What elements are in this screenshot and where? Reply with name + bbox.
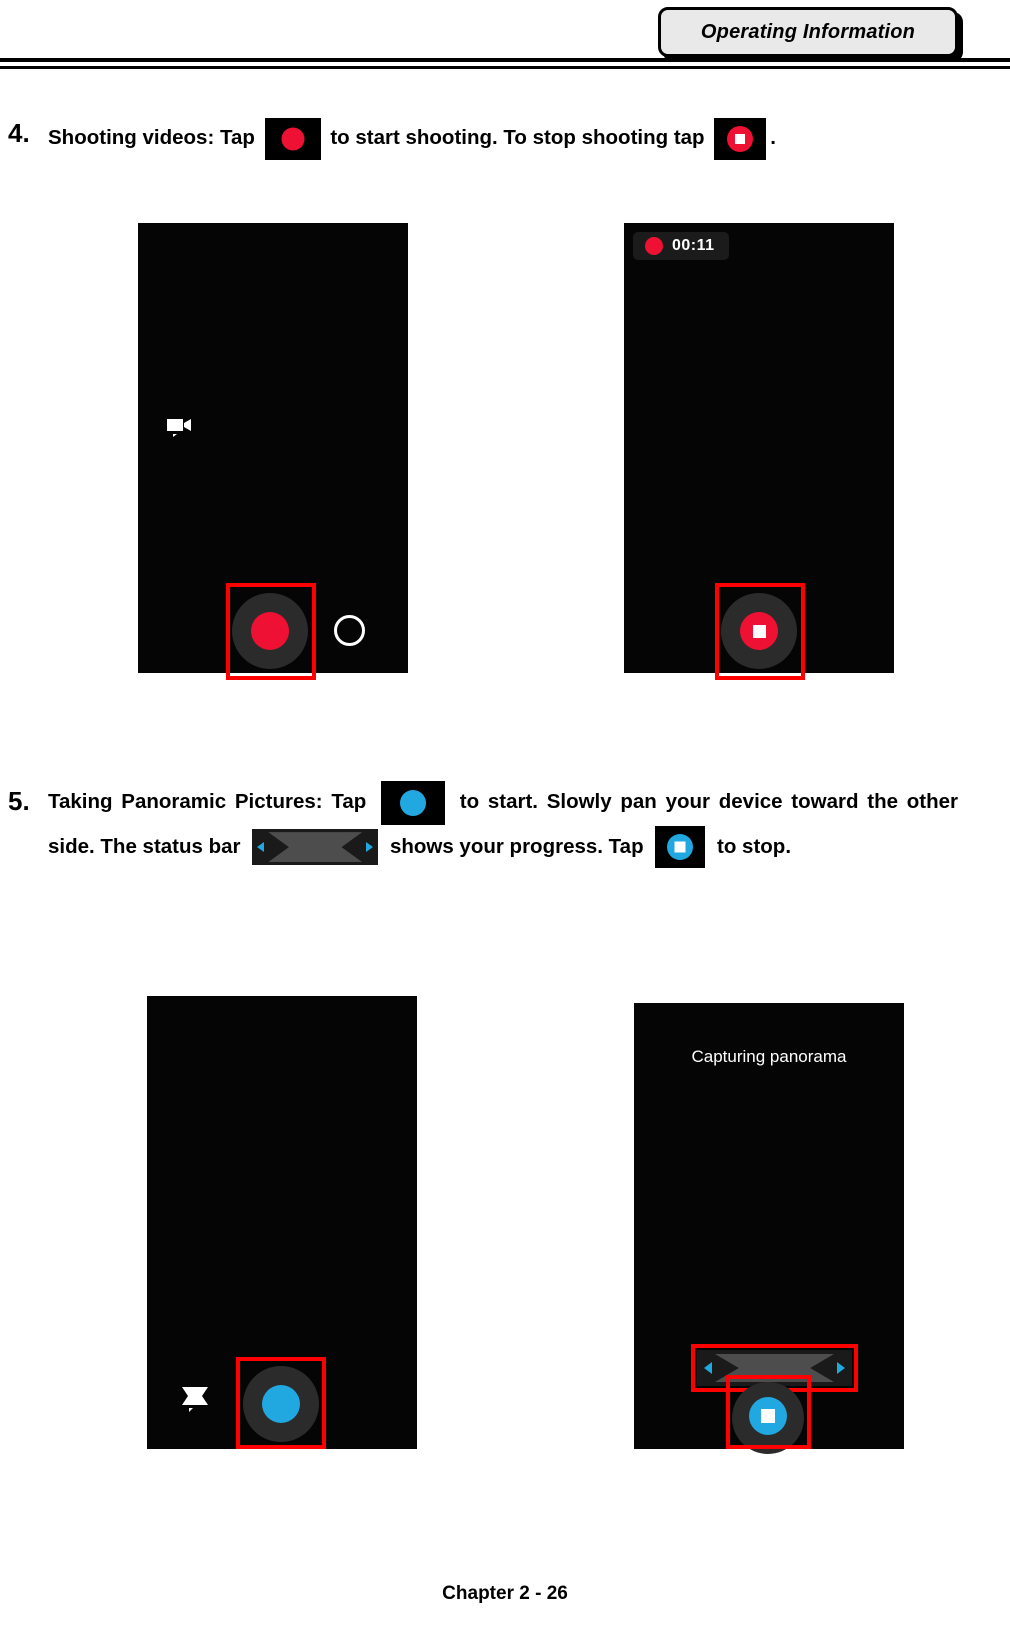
recording-time-label: 00:11: [672, 237, 715, 254]
panorama-start-screen: [147, 996, 417, 1449]
video-camera-glyph: [167, 419, 191, 437]
panorama-dot-icon: [400, 789, 426, 816]
item-4-text-part3: .: [770, 126, 776, 149]
panorama-start-icon: [381, 780, 445, 825]
item-5-text-part4: to stop.: [717, 834, 792, 858]
capturing-panorama-label: Capturing panorama: [691, 1047, 847, 1066]
panorama-glyph: [182, 1387, 208, 1412]
panorama-stop-icon: [655, 826, 706, 869]
header-tab: Operating Information: [658, 7, 958, 57]
recording-indicator-icon: [645, 237, 663, 255]
video-record-stop-icon: [714, 117, 767, 160]
item-5-text-part1: Taking Panoramic Pictures: Tap: [48, 790, 367, 813]
video-record-start-icon: [264, 117, 321, 160]
footer-page-label: Chapter 2 - 26: [442, 1583, 568, 1604]
record-stop-square-icon: [735, 133, 746, 144]
item-5-text: Taking Panoramic Pictures: Tap to start.…: [48, 780, 958, 869]
item-4-number: 4.: [8, 118, 30, 148]
item-5-text-part3: shows your progress. Tap: [389, 834, 644, 858]
panorama-stop-square-icon: [674, 841, 686, 853]
panorama-arrow-left-icon: [257, 842, 265, 853]
panorama-status-bar-icon: [252, 829, 379, 866]
panorama-progress-shape: [268, 832, 363, 863]
header-rule-top: [0, 58, 1010, 62]
item-4-text: Shooting videos: Tap to start shooting. …: [48, 116, 978, 160]
capture-mode-ring-button[interactable]: [334, 615, 365, 646]
highlight-box-shutter: [726, 1375, 811, 1449]
item-4-text-part2: to start shooting. To stop shooting tap: [330, 126, 705, 149]
video-camera-icon: [166, 415, 192, 441]
header-tab-label: Operating Information: [700, 20, 916, 43]
recording-time-badge: 00:11: [633, 232, 729, 260]
video-recording-screen: 00:11: [624, 223, 894, 680]
page-header: Operating Information: [0, 0, 1010, 72]
highlight-box-shutter: [236, 1357, 326, 1449]
header-rule-bottom: [0, 66, 1010, 69]
panorama-arrow-right-icon: [366, 842, 374, 853]
highlight-box-shutter: [715, 583, 805, 680]
highlight-box-shutter: [226, 583, 316, 680]
item-5-number: 5.: [8, 786, 30, 816]
panorama-capturing-screen: Capturing panorama: [634, 1003, 904, 1454]
panorama-icon: [181, 1386, 209, 1416]
item-4-text-part1: Shooting videos: Tap: [48, 126, 255, 149]
video-record-start-screen: [138, 223, 408, 680]
record-dot-icon: [281, 127, 305, 151]
